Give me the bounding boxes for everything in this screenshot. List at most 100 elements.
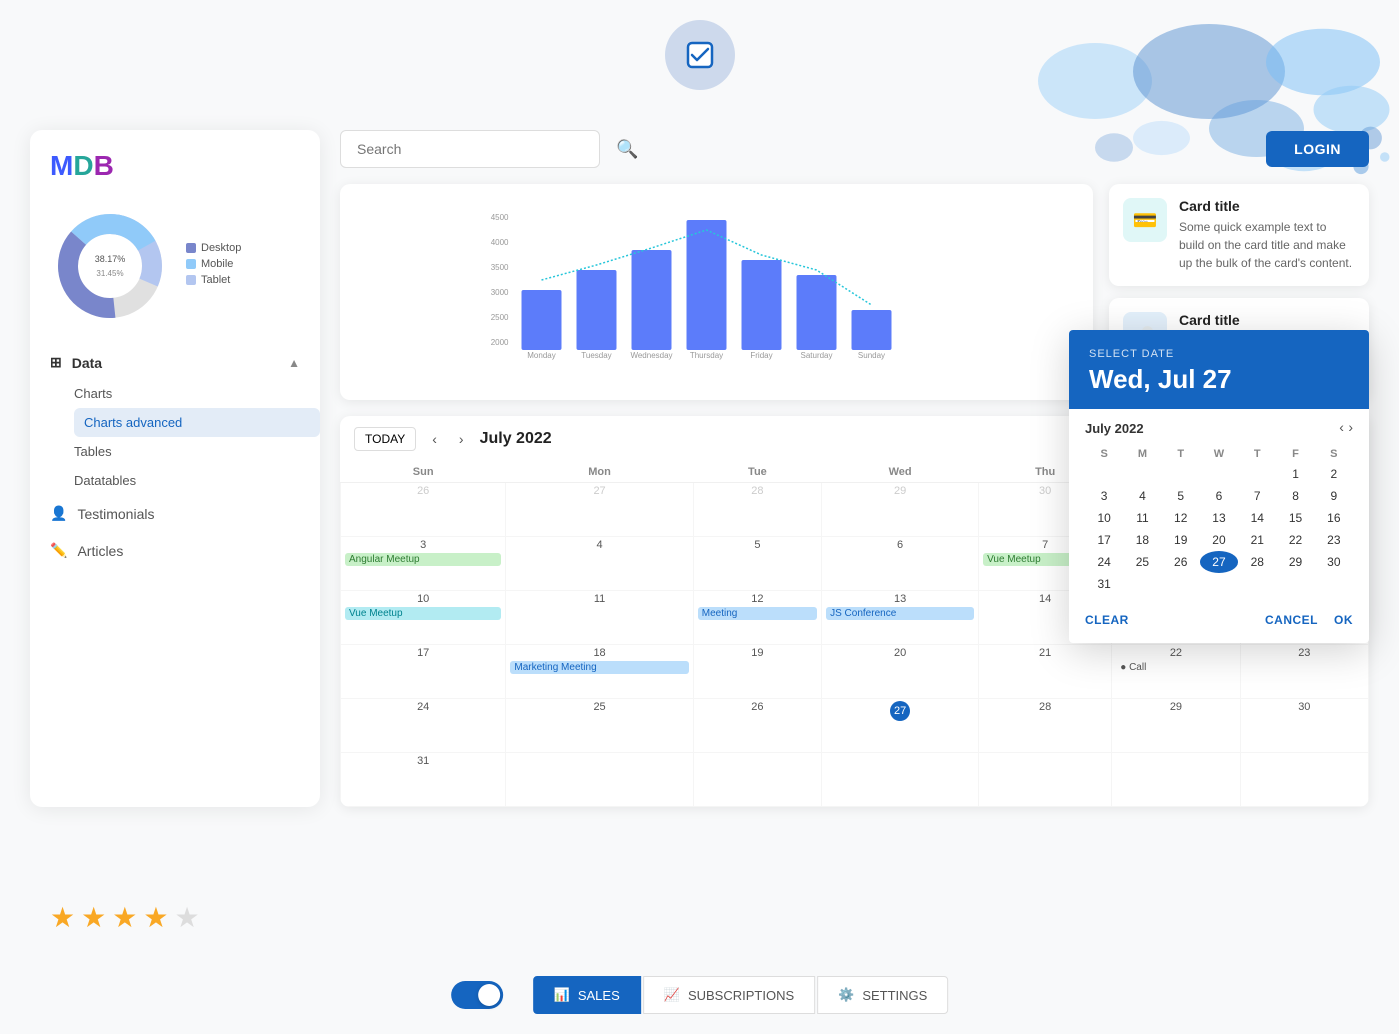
search-button[interactable]: 🔍: [616, 139, 638, 160]
star-3[interactable]: ★: [112, 901, 137, 934]
sidebar-item-charts-advanced[interactable]: Charts advanced: [74, 408, 320, 437]
sidebar-item-tables[interactable]: Tables: [74, 437, 320, 466]
svg-text:Thursday: Thursday: [690, 351, 723, 360]
svg-text:2500: 2500: [491, 313, 509, 322]
dp-day-t2: T: [1238, 445, 1276, 463]
toggle-switch[interactable]: [451, 981, 503, 1009]
cal-row: 24 25 26 27 28 29 30: [341, 699, 1369, 753]
datepicker-nav-buttons: ‹ ›: [1339, 419, 1353, 437]
chart-icon: 📊: [554, 987, 570, 1003]
tab-sales[interactable]: 📊 SALES: [533, 976, 641, 1014]
dp-day-s1: S: [1085, 445, 1123, 463]
svg-text:4000: 4000: [491, 238, 509, 247]
legend-mobile: Mobile: [201, 258, 233, 270]
cal-next-btn[interactable]: ›: [453, 429, 470, 449]
datepicker-select-label: SELECT DATE: [1089, 348, 1349, 360]
cal-row: 31: [341, 753, 1369, 807]
datepicker-prev-btn[interactable]: ‹: [1339, 419, 1344, 435]
donut-chart: 38.17% 31.45%: [50, 206, 170, 326]
svg-text:Saturday: Saturday: [800, 351, 832, 360]
dp-day-t1: T: [1162, 445, 1200, 463]
tab-settings[interactable]: ⚙️ SETTINGS: [817, 976, 948, 1014]
sidebar-section-data-label: Data: [72, 355, 102, 371]
info-card-1-body: Card title Some quick example text to bu…: [1179, 198, 1355, 272]
cal-day-wed: Wed: [822, 462, 979, 483]
datepicker-ok-btn[interactable]: OK: [1334, 613, 1353, 627]
dp-day-m: M: [1123, 445, 1161, 463]
donut-chart-area: 38.17% 31.45% Desktop Mobile Tablet: [30, 186, 320, 336]
sidebar-item-charts[interactable]: Charts: [74, 379, 320, 408]
payment-icon-container: 💳: [1123, 198, 1167, 242]
sidebar-item-articles[interactable]: ✏️ Articles: [30, 532, 320, 569]
tab-subscriptions[interactable]: 📈 SUBSCRIPTIONS: [643, 976, 815, 1014]
dp-day-f: F: [1276, 445, 1314, 463]
toggle-thumb: [478, 984, 500, 1006]
info-card-2-title: Card title: [1179, 312, 1355, 328]
dp-row: 17 18 19 20 21 22 23: [1085, 529, 1353, 551]
dp-row: 10 11 12 13 14 15 16: [1085, 507, 1353, 529]
cal-day-tue: Tue: [693, 462, 821, 483]
svg-text:38.17%: 38.17%: [95, 254, 126, 264]
cal-today-btn[interactable]: TODAY: [354, 427, 416, 451]
svg-text:Friday: Friday: [750, 351, 772, 360]
person-icon: 👤: [50, 505, 67, 522]
bottom-area: 📊 SALES 📈 SUBSCRIPTIONS ⚙️ SETTINGS: [451, 976, 949, 1014]
bar-chart-card: 4500 4000 3500 3000 2500 2000: [340, 184, 1093, 400]
datepicker-selected-date: Wed, Jul 27: [1089, 364, 1349, 395]
info-card-1-title: Card title: [1179, 198, 1355, 214]
grid-icon: ⊞: [50, 354, 62, 371]
left-panel: MDB 38.17%: [30, 130, 320, 807]
datepicker-month-label: July 2022: [1085, 421, 1144, 436]
cal-row: 17 18 Marketing Meeting 19 20 21 22 ● Ca…: [341, 645, 1369, 699]
datepicker-body: July 2022 ‹ › S M T W T F S: [1069, 409, 1369, 643]
logo-d: D: [73, 150, 93, 181]
star-5[interactable]: ★: [174, 901, 199, 934]
cal-day-sun: Sun: [341, 462, 506, 483]
sidebar-sub-items-data: Charts Charts advanced Tables Datatables: [30, 379, 320, 495]
info-card-1: 💳 Card title Some quick example text to …: [1109, 184, 1369, 286]
svg-text:Monday: Monday: [527, 351, 555, 360]
search-input[interactable]: [340, 130, 600, 168]
datepicker-actions: CLEAR CANCEL OK: [1085, 605, 1353, 627]
info-card-1-text: Some quick example text to build on the …: [1179, 218, 1355, 272]
sidebar-item-testimonials[interactable]: 👤 Testimonials: [30, 495, 320, 532]
bottom-tabs: 📊 SALES 📈 SUBSCRIPTIONS ⚙️ SETTINGS: [533, 976, 949, 1014]
logo-b: B: [94, 150, 114, 181]
sidebar-section-data[interactable]: ⊞ Data ▲: [30, 346, 320, 379]
svg-text:3500: 3500: [491, 263, 509, 272]
datepicker-grid: S M T W T F S 1 2: [1085, 445, 1353, 595]
star-4[interactable]: ★: [143, 901, 168, 934]
legend-desktop: Desktop: [201, 242, 241, 254]
sidebar-item-datatables[interactable]: Datatables: [74, 466, 320, 495]
donut-legend: Desktop Mobile Tablet: [186, 242, 241, 290]
star-1[interactable]: ★: [50, 901, 75, 934]
chevron-up-icon: ▲: [288, 356, 300, 370]
dp-day-s2: S: [1315, 445, 1353, 463]
datepicker-next-btn[interactable]: ›: [1348, 419, 1353, 435]
dp-row: 31: [1085, 573, 1353, 595]
search-wrapper: [340, 130, 600, 168]
pencil-icon: ✏️: [50, 542, 67, 559]
datepicker-overlay: SELECT DATE Wed, Jul 27 July 2022 ‹ › S …: [1069, 330, 1369, 643]
cal-month-title: July 2022: [480, 430, 1166, 448]
datepicker-ok-cancel: CANCEL OK: [1265, 613, 1353, 627]
dp-day-w: W: [1200, 445, 1238, 463]
bar-chart-svg: 4500 4000 3500 3000 2500 2000: [356, 200, 1077, 360]
dp-row: 24 25 26 27 28 29 30: [1085, 551, 1353, 573]
datepicker-cancel-btn[interactable]: CANCEL: [1265, 613, 1318, 627]
star-2[interactable]: ★: [81, 901, 106, 934]
datepicker-month-nav: July 2022 ‹ ›: [1085, 419, 1353, 437]
datepicker-header: SELECT DATE Wed, Jul 27: [1069, 330, 1369, 409]
graph-icon: 📈: [664, 987, 680, 1003]
legend-tablet: Tablet: [201, 274, 230, 286]
payment-icon: 💳: [1133, 208, 1158, 233]
svg-text:Tuesday: Tuesday: [581, 351, 611, 360]
cal-prev-btn[interactable]: ‹: [426, 429, 443, 449]
mdb-logo: MDB: [30, 150, 320, 182]
login-button[interactable]: LOGIN: [1266, 131, 1369, 167]
dp-row: 3 4 5 6 7 8 9: [1085, 485, 1353, 507]
star-rating: ★ ★ ★ ★ ★: [50, 901, 200, 934]
svg-text:Wednesday: Wednesday: [630, 351, 672, 360]
datepicker-clear-btn[interactable]: CLEAR: [1085, 613, 1129, 627]
sidebar-nav: ⊞ Data ▲ Charts Charts advanced Tables D…: [30, 346, 320, 569]
